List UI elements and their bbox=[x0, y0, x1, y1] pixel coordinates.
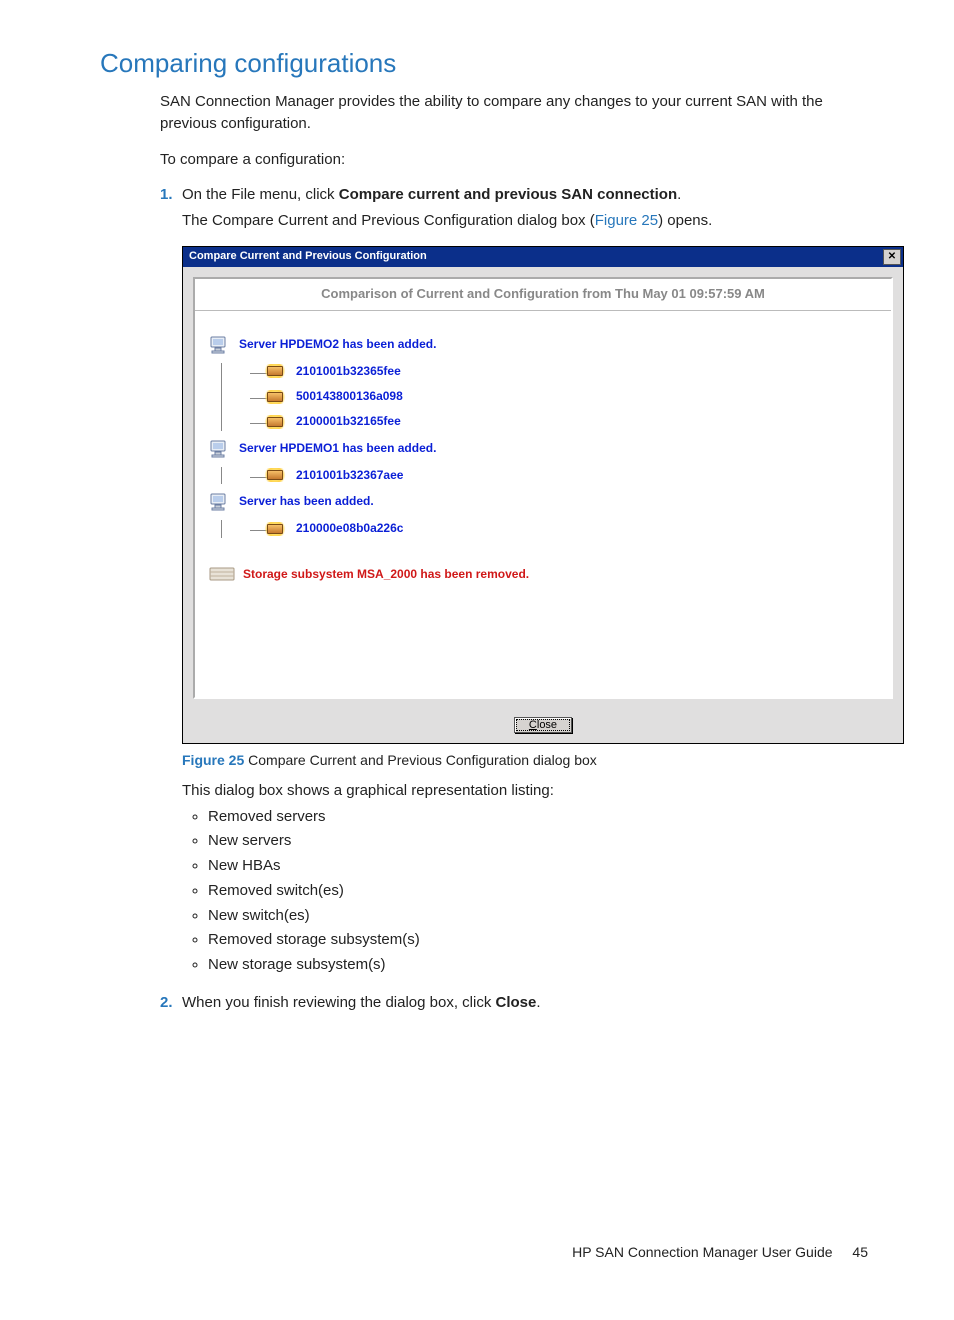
list-item: New servers bbox=[208, 830, 904, 852]
page-footer: HP SAN Connection Manager User Guide 45 bbox=[100, 1244, 874, 1260]
tree-node-server: Server HPDEMO1 has been added. bbox=[209, 439, 877, 459]
figure-caption: Figure 25 Compare Current and Previous C… bbox=[182, 750, 904, 770]
hba-icon bbox=[264, 390, 286, 404]
tree-node-label: Storage subsystem MSA_2000 has been remo… bbox=[243, 566, 529, 583]
compare-dialog: Compare Current and Previous Configurati… bbox=[182, 246, 904, 744]
comparison-tree: Server HPDEMO2 has been added. 2101001b3… bbox=[195, 311, 891, 697]
tree-node-storage: Storage subsystem MSA_2000 has been remo… bbox=[209, 566, 877, 583]
figure-reference-link[interactable]: Figure 25 bbox=[595, 212, 658, 229]
list-item: Removed storage subsystem(s) bbox=[208, 929, 904, 951]
list-item: New switch(es) bbox=[208, 905, 904, 927]
intro-text: SAN Connection Manager provides the abil… bbox=[160, 91, 874, 135]
list-item: Removed switch(es) bbox=[208, 880, 904, 902]
list-item: New storage subsystem(s) bbox=[208, 954, 904, 976]
hba-icon bbox=[264, 468, 286, 482]
bullet-list: Removed servers New servers New HBAs Rem… bbox=[208, 806, 904, 976]
page-title: Comparing configurations bbox=[100, 48, 874, 79]
tree-node-label: Server HPDEMO2 has been added. bbox=[239, 336, 436, 353]
after-figure-text: This dialog box shows a graphical repres… bbox=[182, 780, 904, 802]
hba-icon bbox=[264, 522, 286, 536]
tree-node-server: Server has been added. bbox=[209, 492, 877, 512]
close-button[interactable]: Close bbox=[514, 717, 572, 733]
step1-subtext: The Compare Current and Previous Configu… bbox=[182, 210, 904, 232]
tree-node-label: Server has been added. bbox=[239, 493, 374, 510]
step-number: 2. bbox=[160, 992, 182, 1014]
hba-icon bbox=[264, 364, 286, 378]
tree-child: 500143800136a098 bbox=[264, 388, 877, 405]
tree-child: 2100001b32165fee bbox=[264, 413, 877, 430]
tree-node-label: Server HPDEMO1 has been added. bbox=[239, 440, 436, 457]
hba-icon bbox=[264, 415, 286, 429]
server-icon bbox=[209, 335, 231, 355]
list-item: New HBAs bbox=[208, 855, 904, 877]
dialog-titlebar: Compare Current and Previous Configurati… bbox=[183, 247, 903, 267]
server-icon bbox=[209, 492, 231, 512]
tree-child: 2101001b32367aee bbox=[264, 467, 877, 484]
lead-text: To compare a configuration: bbox=[160, 149, 874, 171]
tree-node-server: Server HPDEMO2 has been added. bbox=[209, 335, 877, 355]
figure-dialog: Compare Current and Previous Configurati… bbox=[182, 246, 904, 744]
dialog-title: Compare Current and Previous Configurati… bbox=[189, 249, 427, 265]
step2-text: When you finish reviewing the dialog box… bbox=[182, 992, 874, 1014]
dialog-header: Comparison of Current and Configuration … bbox=[195, 279, 891, 311]
tree-child: 2101001b32365fee bbox=[264, 363, 877, 380]
step-number: 1. bbox=[160, 184, 182, 986]
tree-child: 210000e08b0a226c bbox=[264, 520, 877, 537]
step1-text: On the File menu, click Compare current … bbox=[182, 186, 681, 203]
list-item: Removed servers bbox=[208, 806, 904, 828]
footer-doc-title: HP SAN Connection Manager User Guide bbox=[572, 1244, 832, 1260]
storage-icon bbox=[209, 566, 235, 582]
footer-page-number: 45 bbox=[852, 1244, 868, 1260]
server-icon bbox=[209, 439, 231, 459]
close-icon[interactable]: ✕ bbox=[883, 249, 901, 265]
